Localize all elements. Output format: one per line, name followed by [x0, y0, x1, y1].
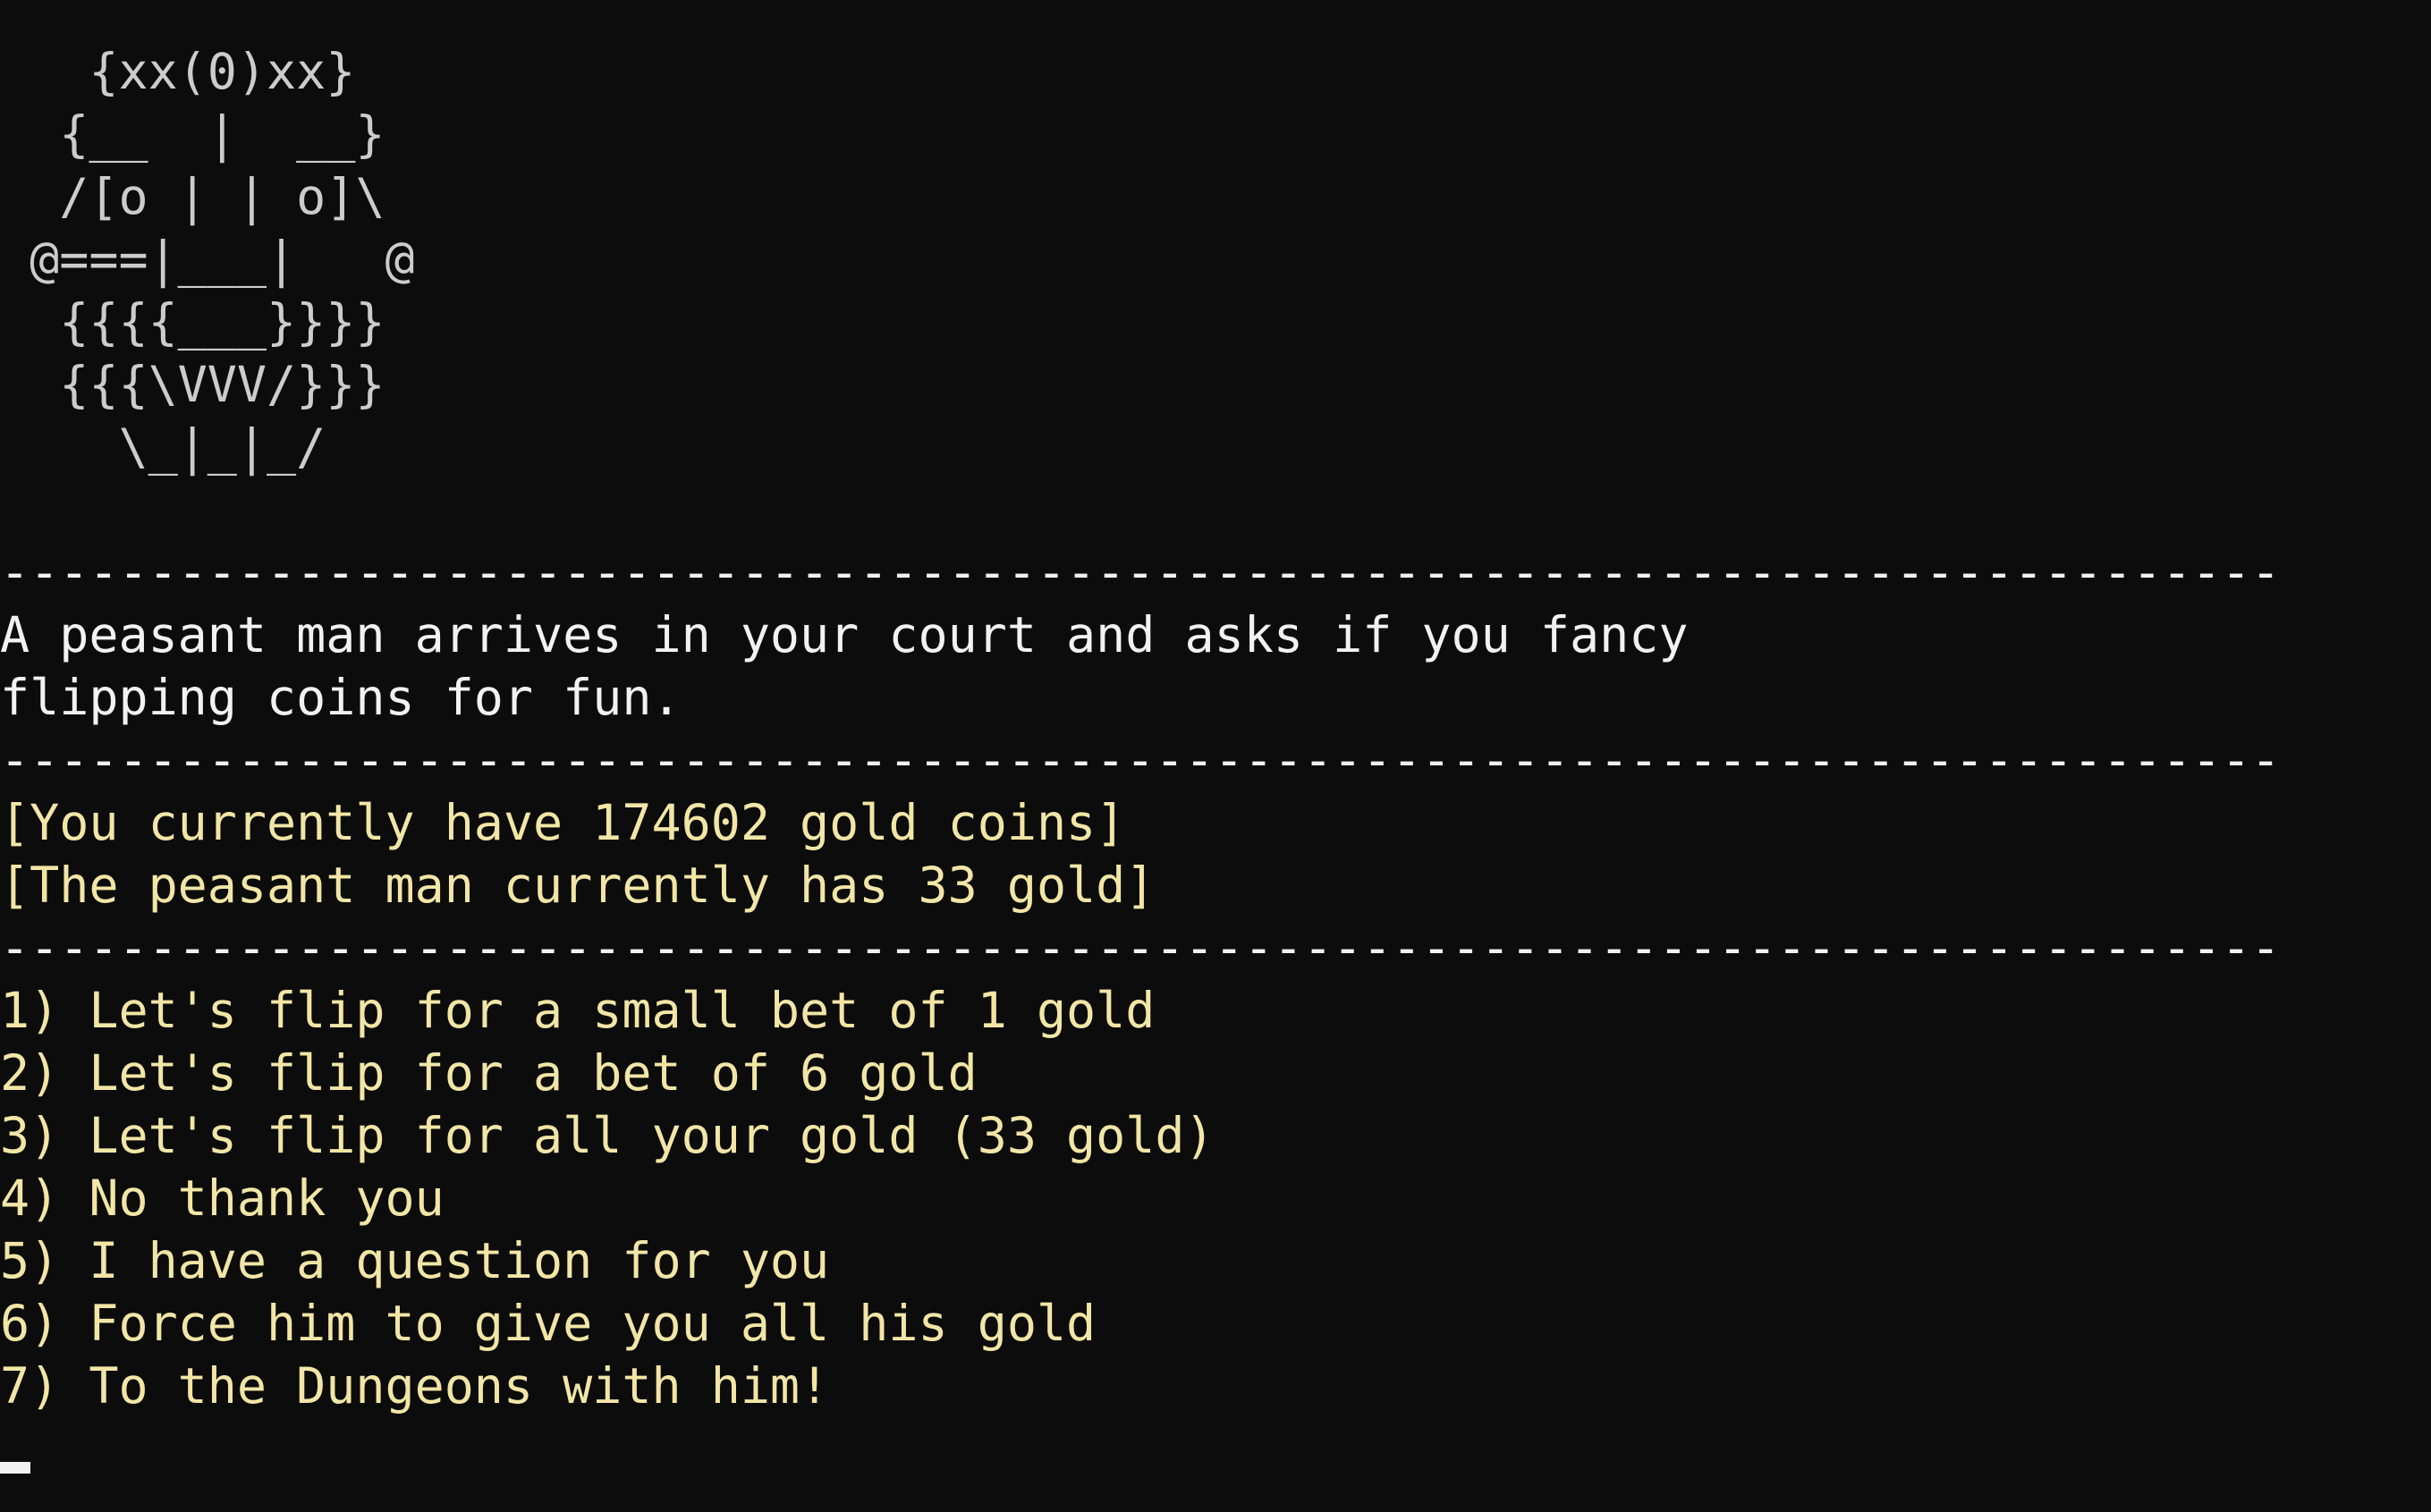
ascii-art-line: @===|___| @	[0, 231, 415, 288]
narration-line: flipping coins for fun.	[0, 669, 682, 726]
player-gold-status: [You currently have 174602 gold coins]	[0, 794, 1126, 851]
ascii-art-line: \_|_|_/	[0, 418, 326, 476]
peasant-gold-status: [The peasant man currently has 33 gold]	[0, 857, 1156, 914]
separator: ----------------------------------------…	[0, 731, 2281, 789]
separator: ----------------------------------------…	[0, 544, 2281, 601]
option-dungeons[interactable]: 7) To the Dungeons with him!	[0, 1355, 829, 1417]
ascii-art-line: /[o | | o]\	[0, 168, 385, 225]
console-window: {xx(0)xx} {__ | __} /[o | | o]\ @===|___…	[0, 0, 2431, 1512]
option-bet-all[interactable]: 3) Let's flip for all your gold (33 gold…	[0, 1104, 1215, 1167]
ascii-art-line: {xx(0)xx}	[0, 43, 356, 100]
option-force-gold[interactable]: 6) Force him to give you all his gold	[0, 1292, 1096, 1355]
input-cursor[interactable]	[0, 1462, 30, 1474]
option-decline[interactable]: 4) No thank you	[0, 1167, 445, 1229]
ascii-art-line: {{{\VVV/}}}	[0, 356, 385, 413]
separator: ----------------------------------------…	[0, 919, 2281, 976]
option-small-bet[interactable]: 1) Let's flip for a small bet of 1 gold	[0, 979, 1155, 1042]
ascii-art-line: {{{{___}}}}	[0, 293, 385, 351]
ascii-art-line: {__ | __}	[0, 106, 385, 163]
option-bet-6[interactable]: 2) Let's flip for a bet of 6 gold	[0, 1042, 978, 1104]
narration-line: A peasant man arrives in your court and …	[0, 606, 1689, 663]
option-question[interactable]: 5) I have a question for you	[0, 1229, 829, 1292]
